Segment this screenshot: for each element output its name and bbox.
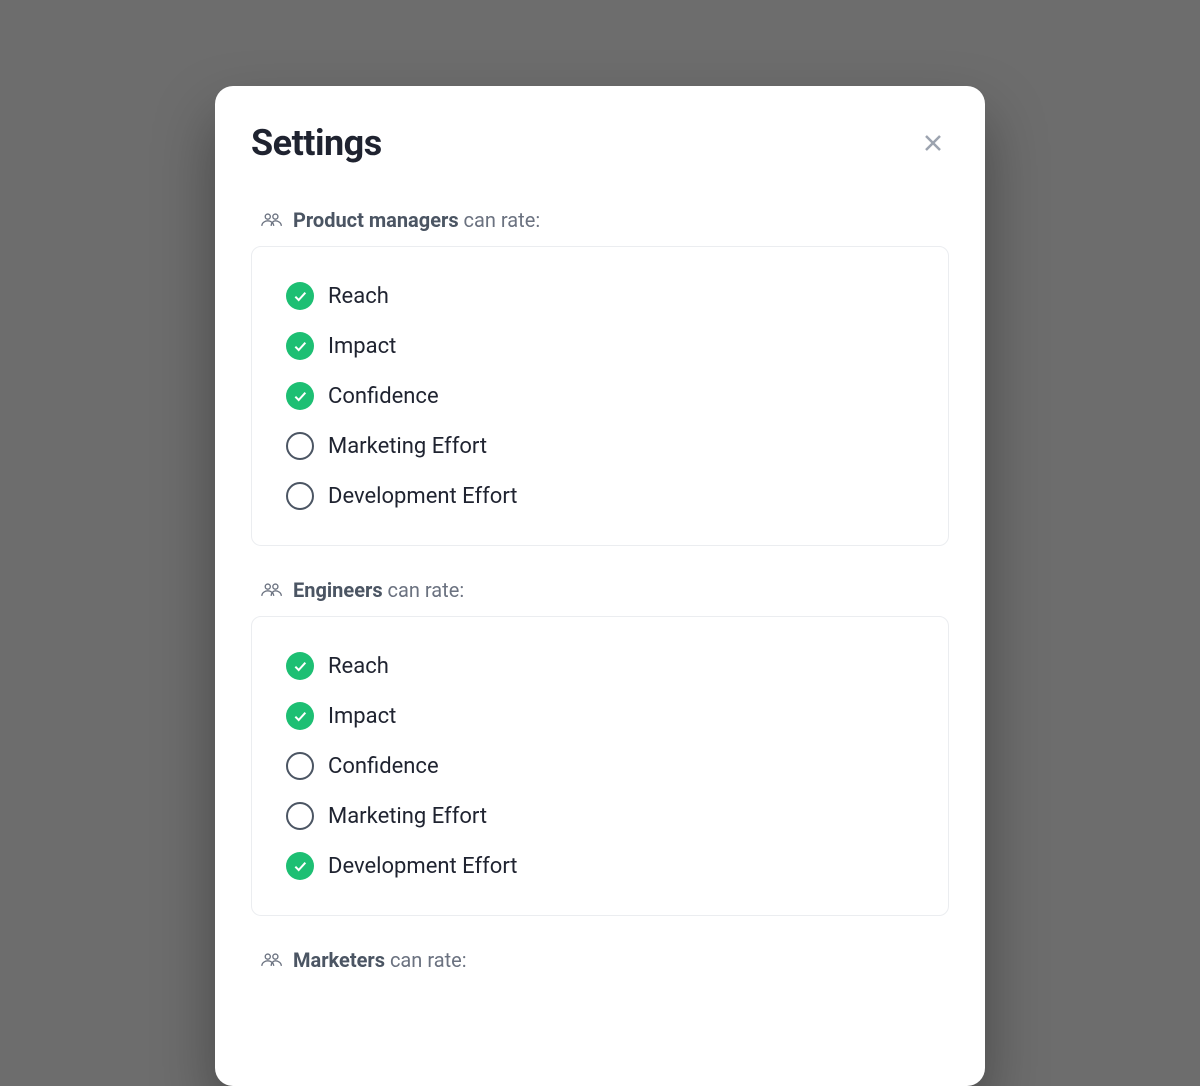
option-label: Confidence — [328, 754, 439, 779]
modal-header: Settings — [251, 122, 949, 164]
option-row[interactable]: Development Effort — [280, 471, 920, 521]
label-suffix: can rate: — [385, 948, 467, 972]
label-suffix: can rate: — [383, 578, 465, 602]
option-row[interactable]: Impact — [280, 691, 920, 741]
option-row[interactable]: Reach — [280, 271, 920, 321]
section-label: Marketers can rate: — [293, 948, 467, 972]
permissions-section: Product managers can rate: Reach Impact Con… — [251, 208, 949, 546]
option-row[interactable]: Impact — [280, 321, 920, 371]
unchecked-circle-icon[interactable] — [286, 482, 314, 510]
checkmark-icon[interactable] — [286, 382, 314, 410]
option-label: Marketing Effort — [328, 804, 487, 829]
unchecked-circle-icon[interactable] — [286, 432, 314, 460]
role-name: Marketers — [293, 948, 385, 972]
modal-title: Settings — [251, 122, 382, 164]
people-icon — [261, 582, 283, 598]
option-label: Impact — [328, 334, 396, 359]
close-button[interactable] — [917, 127, 949, 159]
checkmark-icon[interactable] — [286, 332, 314, 360]
section-label: Engineers can rate: — [293, 578, 464, 602]
unchecked-circle-icon[interactable] — [286, 752, 314, 780]
permissions-section: Marketers can rate: — [251, 948, 949, 972]
role-name: Engineers — [293, 578, 383, 602]
option-row[interactable]: Confidence — [280, 741, 920, 791]
option-label: Confidence — [328, 384, 439, 409]
option-row[interactable]: Development Effort — [280, 841, 920, 891]
option-row[interactable]: Reach — [280, 641, 920, 691]
section-header: Marketers can rate: — [251, 948, 949, 972]
permissions-section: Engineers can rate: Reach Impact Confidence… — [251, 578, 949, 916]
option-label: Impact — [328, 704, 396, 729]
option-label: Reach — [328, 284, 389, 309]
options-box: Reach Impact Confidence Marketing Effort Dev… — [251, 246, 949, 546]
checkmark-icon[interactable] — [286, 702, 314, 730]
option-label: Development Effort — [328, 484, 518, 509]
option-label: Reach — [328, 654, 389, 679]
option-label: Development Effort — [328, 854, 518, 879]
people-icon — [261, 952, 283, 968]
role-name: Product managers — [293, 208, 459, 232]
section-header: Product managers can rate: — [251, 208, 949, 232]
section-label: Product managers can rate: — [293, 208, 540, 232]
label-suffix: can rate: — [459, 208, 541, 232]
checkmark-icon[interactable] — [286, 282, 314, 310]
option-row[interactable]: Confidence — [280, 371, 920, 421]
option-row[interactable]: Marketing Effort — [280, 421, 920, 471]
option-row[interactable]: Marketing Effort — [280, 791, 920, 841]
unchecked-circle-icon[interactable] — [286, 802, 314, 830]
checkmark-icon[interactable] — [286, 852, 314, 880]
section-header: Engineers can rate: — [251, 578, 949, 602]
checkmark-icon[interactable] — [286, 652, 314, 680]
options-box: Reach Impact Confidence Marketing Effort Dev… — [251, 616, 949, 916]
settings-modal: Settings Product managers can rate: Reach… — [215, 86, 985, 1086]
people-icon — [261, 212, 283, 228]
option-label: Marketing Effort — [328, 434, 487, 459]
close-icon — [921, 131, 945, 155]
